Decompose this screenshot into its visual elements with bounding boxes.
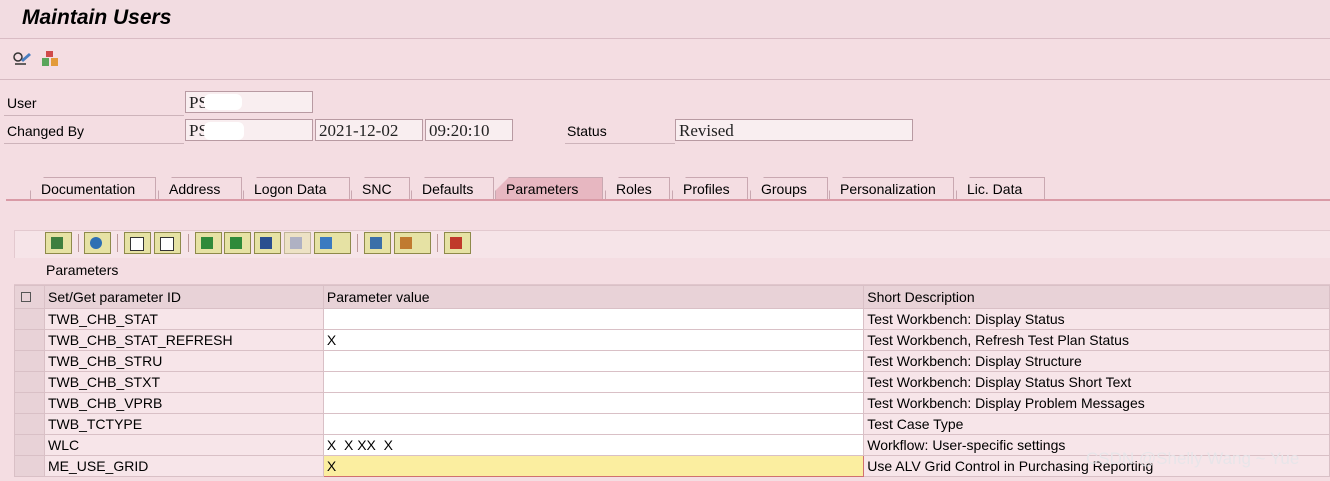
grid-caption: Parameters: [14, 258, 1330, 285]
param-value-cell-focused[interactable]: X: [322, 455, 865, 477]
table-row: TWB_CHB_VPRB Test Workbench: Display Pro…: [14, 392, 1330, 414]
row-selector[interactable]: [14, 308, 45, 330]
delete-row-icon[interactable]: [444, 232, 471, 254]
short-desc-cell: Test Case Type: [863, 413, 1330, 435]
row-selector[interactable]: [14, 392, 45, 414]
refresh-icon[interactable]: [84, 232, 111, 254]
column-header-param-value[interactable]: Parameter value: [322, 285, 865, 309]
paste-row-icon[interactable]: [154, 232, 181, 254]
column-header-short-desc[interactable]: Short Description: [863, 285, 1330, 309]
tab-defaults[interactable]: Defaults: [411, 177, 494, 199]
page-title: Maintain Users: [22, 6, 172, 29]
user-label-underline: [4, 115, 184, 116]
tab-address[interactable]: Address: [158, 177, 242, 199]
param-id-cell[interactable]: TWB_CHB_STXT: [43, 371, 324, 393]
short-desc-cell: Test Workbench: Display Status Short Tex…: [863, 371, 1330, 393]
title-bar: Maintain Users: [0, 0, 1330, 39]
param-id-cell[interactable]: WLC: [43, 434, 324, 456]
table-row: TWB_CHB_STXT Test Workbench: Display Sta…: [14, 371, 1330, 393]
short-desc-cell: Test Workbench: Display Structure: [863, 350, 1330, 372]
sort-asc-icon[interactable]: [195, 232, 222, 254]
tab-logon-data[interactable]: Logon Data: [243, 177, 350, 199]
param-id-cell[interactable]: TWB_CHB_VPRB: [43, 392, 324, 414]
row-selector[interactable]: [14, 434, 45, 456]
param-id-cell[interactable]: ME_USE_GRID: [43, 455, 324, 477]
watermark: CSDN @Shelly Wang ~ Yue: [1086, 449, 1300, 468]
status-label-underline: [565, 143, 675, 144]
tab-snc[interactable]: SNC: [351, 177, 410, 199]
layout-icon[interactable]: [394, 232, 431, 254]
table-row: TWB_TCTYPE Test Case Type: [14, 413, 1330, 435]
column-header-param-id[interactable]: Set/Get parameter ID: [43, 285, 324, 309]
status-label: Status: [567, 123, 607, 139]
redaction-mask: [204, 94, 242, 110]
row-selector[interactable]: [14, 371, 45, 393]
param-id-cell[interactable]: TWB_CHB_STAT: [43, 308, 324, 330]
grid-caption-text: Parameters: [46, 262, 119, 278]
print-icon[interactable]: [364, 232, 391, 254]
tab-parameters[interactable]: Parameters: [495, 177, 603, 199]
sort-desc-icon[interactable]: [224, 232, 251, 254]
param-value-cell[interactable]: X X XX X: [322, 434, 865, 456]
param-value-cell[interactable]: [322, 350, 865, 372]
toolbar-separator: [117, 234, 118, 252]
param-value-cell[interactable]: [322, 413, 865, 435]
tab-roles[interactable]: Roles: [605, 177, 670, 199]
find-next-icon[interactable]: [284, 232, 311, 254]
short-desc-cell: Test Workbench, Refresh Test Plan Status: [863, 329, 1330, 351]
application-toolbar: [0, 39, 1330, 80]
user-label: User: [7, 95, 37, 111]
param-value-cell[interactable]: [322, 371, 865, 393]
display-change-icon[interactable]: [12, 49, 32, 69]
changed-by-underline: [4, 143, 184, 144]
row-selector[interactable]: [14, 413, 45, 435]
table-row: TWB_CHB_STAT_REFRESH X Test Workbench, R…: [14, 329, 1330, 351]
changed-by-label: Changed By: [7, 123, 85, 139]
short-desc-cell: Test Workbench: Display Status: [863, 308, 1330, 330]
transport-icon[interactable]: [40, 49, 60, 69]
tab-strip: Documentation Address Logon Data SNC Def…: [0, 175, 1330, 200]
param-id-cell[interactable]: TWB_CHB_STRU: [43, 350, 324, 372]
row-selector[interactable]: [14, 455, 45, 477]
changed-time-field: 09:20:10: [425, 119, 513, 141]
changed-date-field: 2021-12-02: [315, 119, 423, 141]
redaction-mask: [204, 122, 244, 140]
table-row: TWB_CHB_STRU Test Workbench: Display Str…: [14, 350, 1330, 372]
toolbar-separator: [188, 234, 189, 252]
toolbar-separator: [78, 234, 79, 252]
status-field: Revised: [675, 119, 913, 141]
param-id-cell[interactable]: TWB_CHB_STAT_REFRESH: [43, 329, 324, 351]
toolbar-separator: [357, 234, 358, 252]
param-value-cell[interactable]: [322, 392, 865, 414]
toolbar-separator: [437, 234, 438, 252]
tab-lic-data[interactable]: Lic. Data: [956, 177, 1045, 199]
details-icon[interactable]: [45, 232, 72, 254]
row-selector[interactable]: [14, 350, 45, 372]
tab-groups[interactable]: Groups: [750, 177, 828, 199]
grid-header-row: Set/Get parameter ID Parameter value Sho…: [14, 285, 1330, 309]
param-id-cell[interactable]: TWB_TCTYPE: [43, 413, 324, 435]
param-value-cell[interactable]: X: [322, 329, 865, 351]
filter-icon[interactable]: [314, 232, 351, 254]
row-selector[interactable]: [14, 329, 45, 351]
table-row: TWB_CHB_STAT Test Workbench: Display Sta…: [14, 308, 1330, 330]
tab-personalization[interactable]: Personalization: [829, 177, 954, 199]
tab-profiles[interactable]: Profiles: [672, 177, 748, 199]
select-all-icon: [21, 292, 31, 302]
select-all-cell[interactable]: [14, 285, 45, 309]
short-desc-cell: Test Workbench: Display Problem Messages: [863, 392, 1330, 414]
find-icon[interactable]: [254, 232, 281, 254]
param-value-cell[interactable]: [322, 308, 865, 330]
tab-documentation[interactable]: Documentation: [30, 177, 156, 199]
copy-row-icon[interactable]: [124, 232, 151, 254]
